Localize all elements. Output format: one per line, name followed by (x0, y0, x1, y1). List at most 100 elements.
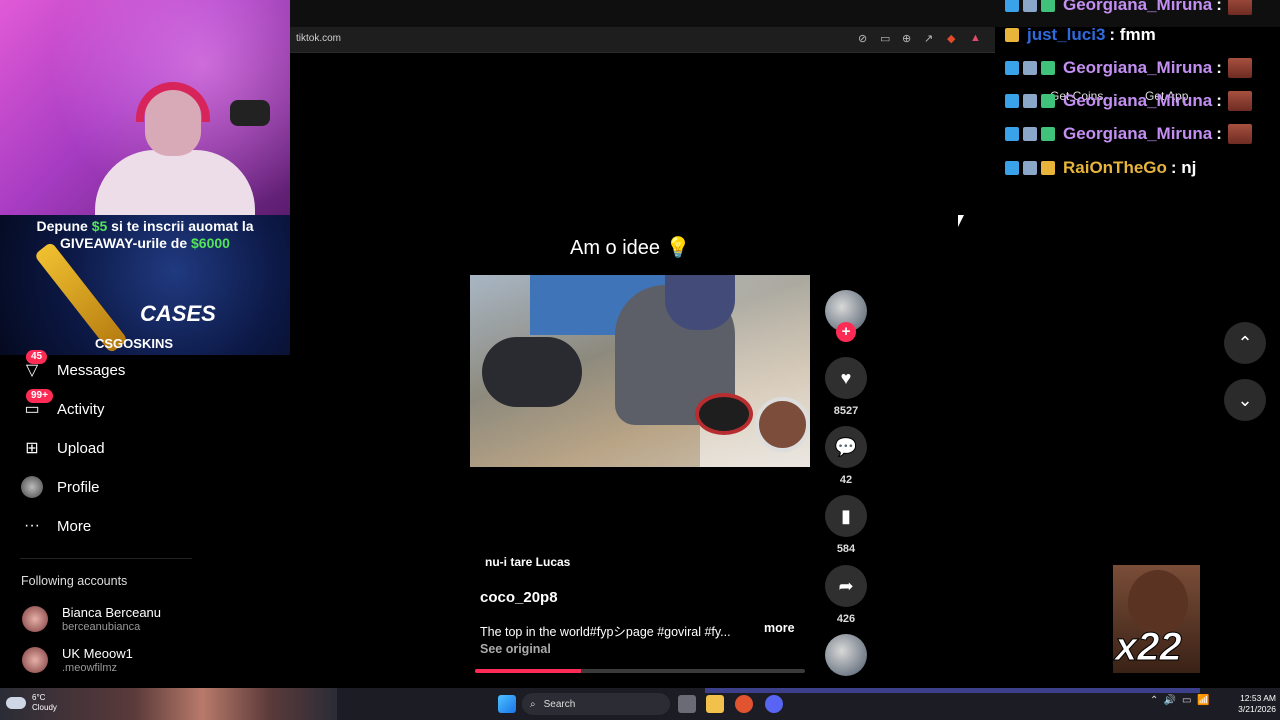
account-handle: .meowfilmz (62, 662, 118, 674)
chat-text: : (1216, 0, 1222, 14)
chat-text: : (1216, 58, 1222, 77)
account-name: UK Meoow1 (62, 646, 133, 661)
emote-icon (1227, 58, 1252, 78)
search-label: Search (543, 698, 576, 710)
task-view-icon[interactable] (678, 695, 696, 713)
video-scene-child (482, 337, 582, 407)
share-icon[interactable]: ↗ (924, 32, 933, 45)
brave-rewards-icon[interactable]: ▲ (970, 32, 981, 44)
badge-icon (1041, 127, 1055, 141)
sidebar-item-label: Upload (57, 439, 105, 457)
chat-username: Georgiana_Miruna (1063, 124, 1213, 143)
sound-label[interactable]: nu-i tare Lucas (485, 555, 570, 569)
video-caption-title: Am o idee 💡 (570, 237, 691, 259)
video-scene-wheel (695, 393, 753, 435)
chat-username: Georgiana_Miruna (1063, 0, 1213, 14)
video-scene-hood (665, 275, 735, 330)
badge-icon (1005, 161, 1019, 175)
chat-message: just_luci3 : fmm (1005, 22, 1156, 48)
video-description: The top in the world#fypシpage #goviral #… (480, 625, 731, 639)
profile-avatar (20, 475, 44, 499)
comment-action[interactable]: 💬 42 (824, 426, 868, 486)
video-player[interactable] (470, 275, 810, 467)
search-icon: ⌕ (530, 698, 536, 710)
comment-count: 42 (839, 474, 853, 486)
following-account[interactable]: Bianca Berceanu berceanubianca (22, 605, 161, 633)
sound-disc-icon[interactable] (825, 634, 867, 676)
upload-icon: ⊞ (25, 440, 39, 457)
next-video-button[interactable]: ⌄ (1224, 379, 1266, 421)
chat-text: : nj (1170, 158, 1197, 177)
chat-username: Georgiana_Miruna (1063, 91, 1213, 110)
taskbar-accent-bar (705, 688, 1200, 693)
chat-message: RaiOnTheGo : nj (1005, 155, 1196, 181)
brave-browser-icon[interactable] (735, 695, 753, 713)
save-action[interactable]: ▮ 584 (824, 495, 868, 555)
promo-brand: CSGOSKINS (95, 336, 174, 351)
cloud-icon (6, 697, 26, 709)
sidebar-item-activity[interactable]: ▭ 99+ Activity (20, 389, 105, 424)
badge-icon (1005, 0, 1019, 12)
badge-icon (1023, 127, 1037, 141)
previous-video-button[interactable]: ⌃ (1224, 322, 1266, 364)
creator-profile-button[interactable]: + (824, 290, 868, 342)
tiktok-sidebar: ▽ 45 Messages ▭ 99+ Activity ⊞ Upload Prof… (0, 350, 290, 688)
see-original-button[interactable]: See original (480, 642, 551, 656)
sidebar-item-label: Activity (57, 400, 105, 418)
sidebar-item-label: Profile (57, 478, 100, 496)
chat-text: : fmm (1109, 25, 1156, 44)
windows-start-icon[interactable] (498, 695, 516, 713)
badge-icon (1041, 94, 1055, 108)
badge-icon (1005, 61, 1019, 75)
promo-banner: Depune $5 si te inscrii auomat la GIVEAW… (0, 215, 290, 355)
crown-icon (1041, 161, 1055, 175)
brave-shield-icon[interactable]: ◆ (947, 32, 955, 45)
chat-username: Georgiana_Miruna (1063, 58, 1213, 77)
sound-disc-button[interactable] (824, 634, 868, 676)
sidebar-item-upload[interactable]: ⊞ Upload (20, 433, 105, 463)
more-icon: ··· (24, 517, 40, 534)
badge-icon (1023, 161, 1037, 175)
chat-text: : (1216, 91, 1222, 110)
zoom-icon[interactable]: ⊕ (902, 32, 911, 45)
save-count: 584 (836, 543, 856, 555)
more-button[interactable]: more (764, 621, 795, 635)
taskbar-clock[interactable]: 12:53 AM 3/21/2026 (1226, 693, 1276, 715)
browser-address-bar[interactable]: tiktok.com ⊘ ▭ ⊕ ↗ ◆ ▲ (290, 27, 995, 53)
file-explorer-icon[interactable] (706, 695, 724, 713)
heart-icon[interactable]: ♥ (825, 357, 867, 399)
sidebar-item-more[interactable]: ··· More (20, 511, 91, 541)
cast-icon[interactable]: ▭ (880, 32, 890, 45)
chat-username: RaiOnTheGo (1063, 158, 1167, 177)
clock-time: 12:53 AM (1240, 693, 1276, 703)
weather-widget[interactable]: 6°C Cloudy (6, 693, 57, 713)
video-progress-bar[interactable] (475, 669, 805, 673)
system-tray[interactable]: ⌃ 🔊 ▭ 📶 (1150, 695, 1209, 706)
crown-icon (1005, 28, 1019, 42)
taskbar-search[interactable]: ⌕ Search (522, 693, 670, 715)
bookmark-icon[interactable]: ▮ (825, 495, 867, 537)
comment-icon[interactable]: 💬 (825, 426, 867, 468)
chevron-up-icon: ⌃ (1237, 332, 1253, 353)
sidebar-item-profile[interactable]: Profile (20, 472, 100, 502)
messages-badge: 45 (26, 350, 48, 364)
discord-icon[interactable] (765, 695, 783, 713)
chat-message: Georgiana_Miruna : (1005, 0, 1252, 18)
avatar (22, 647, 48, 673)
following-account[interactable]: UK Meoow1 .meowfilmz (22, 646, 133, 674)
author-name[interactable]: coco_20p8 (480, 589, 558, 606)
stream-chat-overlay: Georgiana_Miruna : just_luci3 : fmm Geor… (1000, 0, 1280, 190)
badge-icon (1023, 94, 1037, 108)
like-action[interactable]: ♥ 8527 (824, 357, 868, 417)
following-accounts-heading: Following accounts (21, 574, 128, 588)
share-arrow-icon[interactable]: ➦ (825, 565, 867, 607)
url-text[interactable]: tiktok.com (296, 33, 341, 44)
chat-text: : (1216, 124, 1222, 143)
emote-icon (1227, 91, 1252, 111)
activity-icon: ▭ 99+ (20, 389, 53, 421)
translate-icon[interactable]: ⊘ (858, 32, 867, 45)
sidebar-item-messages[interactable]: ▽ 45 Messages (20, 350, 125, 385)
share-action[interactable]: ➦ 426 (824, 565, 868, 625)
follow-plus-icon[interactable]: + (836, 322, 856, 342)
share-count: 426 (836, 613, 856, 625)
